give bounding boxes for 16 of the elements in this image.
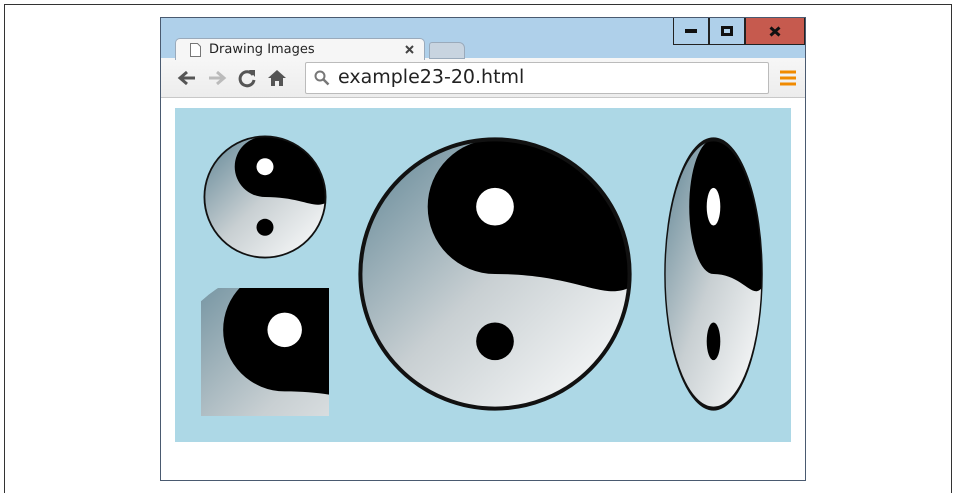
url-text: example23-20.html	[338, 65, 524, 90]
close-icon	[769, 26, 781, 36]
home-button[interactable]	[267, 68, 287, 88]
maximize-icon	[721, 26, 733, 36]
reload-button[interactable]	[237, 68, 257, 88]
browser-tab[interactable]: Drawing Images	[175, 38, 425, 60]
back-button[interactable]	[177, 70, 197, 86]
minimize-icon	[685, 29, 697, 33]
search-icon	[314, 70, 330, 86]
close-button[interactable]	[745, 18, 805, 45]
tab-title: Drawing Images	[209, 40, 315, 59]
close-tab-icon[interactable]	[405, 42, 414, 56]
minimize-button[interactable]	[673, 18, 709, 45]
address-bar[interactable]: example23-20.html	[305, 62, 769, 94]
page-icon	[190, 42, 201, 56]
maximize-button[interactable]	[709, 18, 745, 45]
